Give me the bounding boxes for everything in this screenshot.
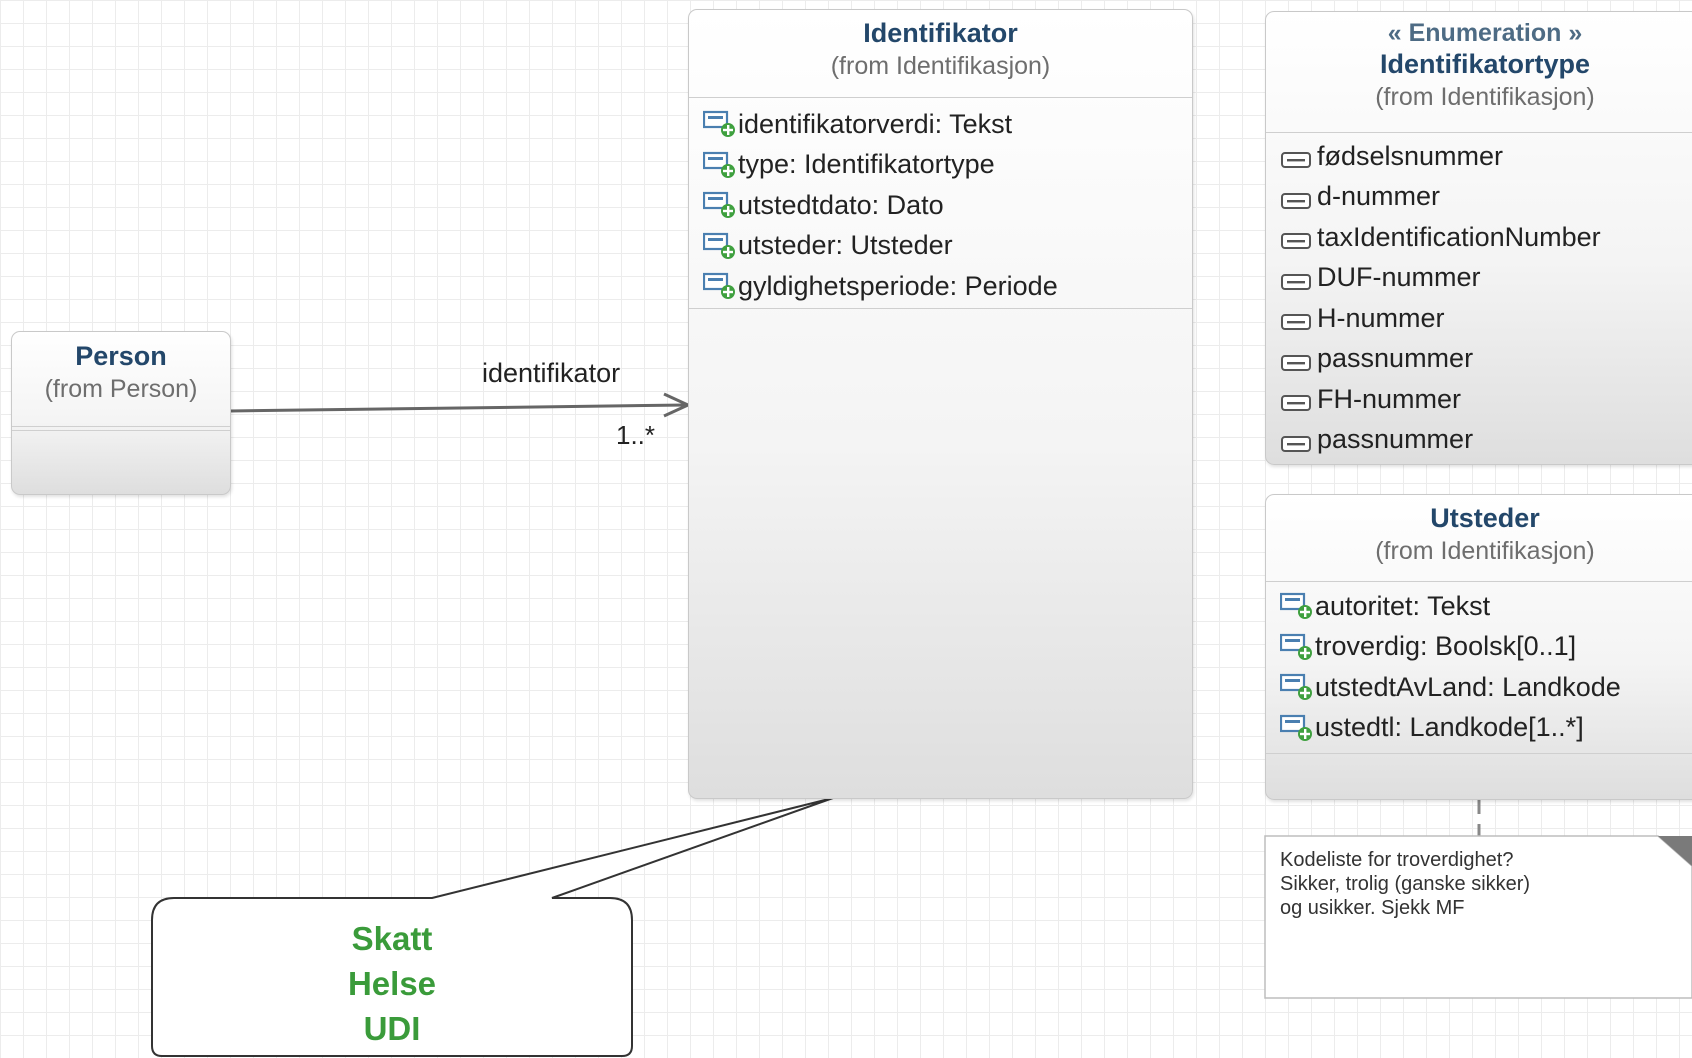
- association-line[interactable]: [229, 403, 687, 413]
- attribute-compartment: identifikatorverdi: Tekst type: Identifi…: [689, 98, 1192, 309]
- callout-line: Helse: [347, 965, 437, 1002]
- enum-literal-row[interactable]: H-nummer: [1266, 298, 1692, 339]
- literal-text: DUF-nummer: [1317, 262, 1481, 293]
- attribute-text: identifikatorverdi: Tekst: [738, 108, 1013, 139]
- attribute-row[interactable]: troverdig: Boolsk[0..1]: [1266, 627, 1692, 668]
- class-package: (from Identifikasjon): [1375, 537, 1595, 565]
- attribute-compartment: [12, 427, 230, 431]
- enum-literal-row[interactable]: FH-nummer: [1266, 379, 1692, 420]
- callout-text: Skatt Helse UDI: [152, 916, 632, 1051]
- class-header: Utsteder (from Identifikasjon): [1266, 495, 1692, 582]
- attribute-text: utstedtdato: Dato: [738, 189, 944, 220]
- enum-literal-row[interactable]: passnummer: [1266, 420, 1692, 461]
- attribute-text: utsteder: Utsteder: [738, 230, 953, 261]
- attribute-row[interactable]: utstedtdato: Dato: [689, 185, 1192, 226]
- attribute-plus-icon: [702, 272, 737, 300]
- literal-text: taxIdentificationNumber: [1317, 221, 1601, 252]
- enum-literal-icon: [1280, 268, 1316, 290]
- literal-text: FH-nummer: [1317, 383, 1462, 414]
- class-name: Utsteder: [1430, 503, 1540, 533]
- enum-literal-icon: [1280, 146, 1316, 169]
- callout-line: Skatt: [351, 920, 433, 957]
- association-multiplicity-label: 1..*: [616, 420, 656, 450]
- attribute-row[interactable]: autoritet: Tekst: [1266, 586, 1692, 627]
- class-package: (from Identifikasjon): [830, 52, 1051, 80]
- class-name: Identifikator: [863, 18, 1018, 48]
- literal-text: H-nummer: [1317, 302, 1445, 333]
- enum-literal-icon: [1280, 389, 1316, 412]
- enum-literal-row[interactable]: fødselsnummer: [1266, 136, 1692, 177]
- attribute-row[interactable]: identifikatorverdi: Tekst: [689, 104, 1192, 145]
- enum-literal-row[interactable]: d-nummer: [1266, 177, 1692, 218]
- attribute-row[interactable]: gyldighetsperiode: Periode: [689, 266, 1192, 307]
- note-line: Kodeliste for troverdighet?: [1280, 849, 1514, 871]
- attribute-compartment: autoritet: Tekst troverdig: Boolsk[0..1]…: [1266, 582, 1692, 754]
- class-header: Identifikator (from Identifikasjon): [689, 10, 1192, 98]
- note-line: og usikker. Sjekk MF: [1280, 897, 1465, 919]
- literal-text: fødselsnummer: [1317, 140, 1504, 171]
- class-name: Person: [75, 341, 167, 371]
- enum-literal-row[interactable]: passnummer: [1266, 339, 1692, 380]
- enum-identifikatortype[interactable]: « Enumeration » Identifikatortype (from …: [1265, 11, 1692, 465]
- attribute-plus-icon: [702, 110, 737, 138]
- enum-literal-icon: [1280, 227, 1316, 250]
- attribute-text: type: Identifikatortype: [738, 149, 995, 180]
- attribute-plus-icon: [1279, 673, 1314, 701]
- class-utsteder[interactable]: Utsteder (from Identifikasjon) autoritet…: [1265, 494, 1692, 800]
- callout-line: UDI: [363, 1010, 421, 1047]
- class-person[interactable]: Person (from Person): [11, 331, 231, 495]
- attribute-text: troverdig: Boolsk[0..1]: [1315, 631, 1577, 662]
- attribute-row[interactable]: type: Identifikatortype: [689, 145, 1192, 186]
- attribute-row[interactable]: utsteder: Utsteder: [689, 226, 1192, 267]
- note-line: Sikker, trolig (ganske sikker): [1280, 873, 1531, 895]
- attribute-plus-icon: [1279, 714, 1314, 742]
- class-header: Person (from Person): [12, 332, 230, 427]
- attribute-row[interactable]: utstedtAvLand: Landkode: [1266, 667, 1692, 708]
- enum-literal-icon: [1280, 349, 1316, 371]
- class-header: « Enumeration » Identifikatortype (from …: [1266, 12, 1692, 133]
- literal-compartment: fødselsnummer d-nummer taxIdentification…: [1266, 133, 1692, 460]
- attribute-plus-icon: [702, 232, 737, 260]
- attribute-plus-icon: [1279, 633, 1314, 661]
- enum-literal-row[interactable]: DUF-nummer: [1266, 258, 1692, 299]
- class-stereotype: « Enumeration »: [1387, 19, 1583, 47]
- enum-literal-icon: [1280, 430, 1316, 452]
- association-role-label: identifikator: [482, 358, 621, 388]
- attribute-text: utstedtAvLand: Landkode: [1315, 671, 1621, 702]
- enum-literal-row[interactable]: taxIdentificationNumber: [1266, 217, 1692, 258]
- attribute-text: gyldighetsperiode: Periode: [738, 270, 1058, 301]
- class-package: (from Person): [44, 375, 198, 403]
- attribute-plus-icon: [1279, 592, 1314, 620]
- attribute-row[interactable]: ustedtl: Landkode[1..*]: [1266, 708, 1692, 749]
- attribute-text: autoritet: Tekst: [1315, 590, 1491, 621]
- attribute-plus-icon: [702, 191, 737, 219]
- literal-text: d-nummer: [1317, 181, 1441, 212]
- attribute-plus-icon: [702, 151, 737, 179]
- literal-text: passnummer: [1317, 343, 1474, 374]
- class-identifikator[interactable]: Identifikator (from Identifikasjon) iden…: [688, 9, 1193, 799]
- literal-text: passnummer: [1317, 424, 1474, 455]
- enum-literal-icon: [1280, 308, 1316, 331]
- class-name: Identifikatortype: [1379, 49, 1591, 79]
- note-text: Kodeliste for troverdighet? Sikker, trol…: [1280, 848, 1640, 920]
- class-package: (from Identifikasjon): [1375, 83, 1595, 111]
- enum-literal-icon: [1280, 187, 1316, 209]
- attribute-text: ustedtl: Landkode[1..*]: [1315, 712, 1584, 743]
